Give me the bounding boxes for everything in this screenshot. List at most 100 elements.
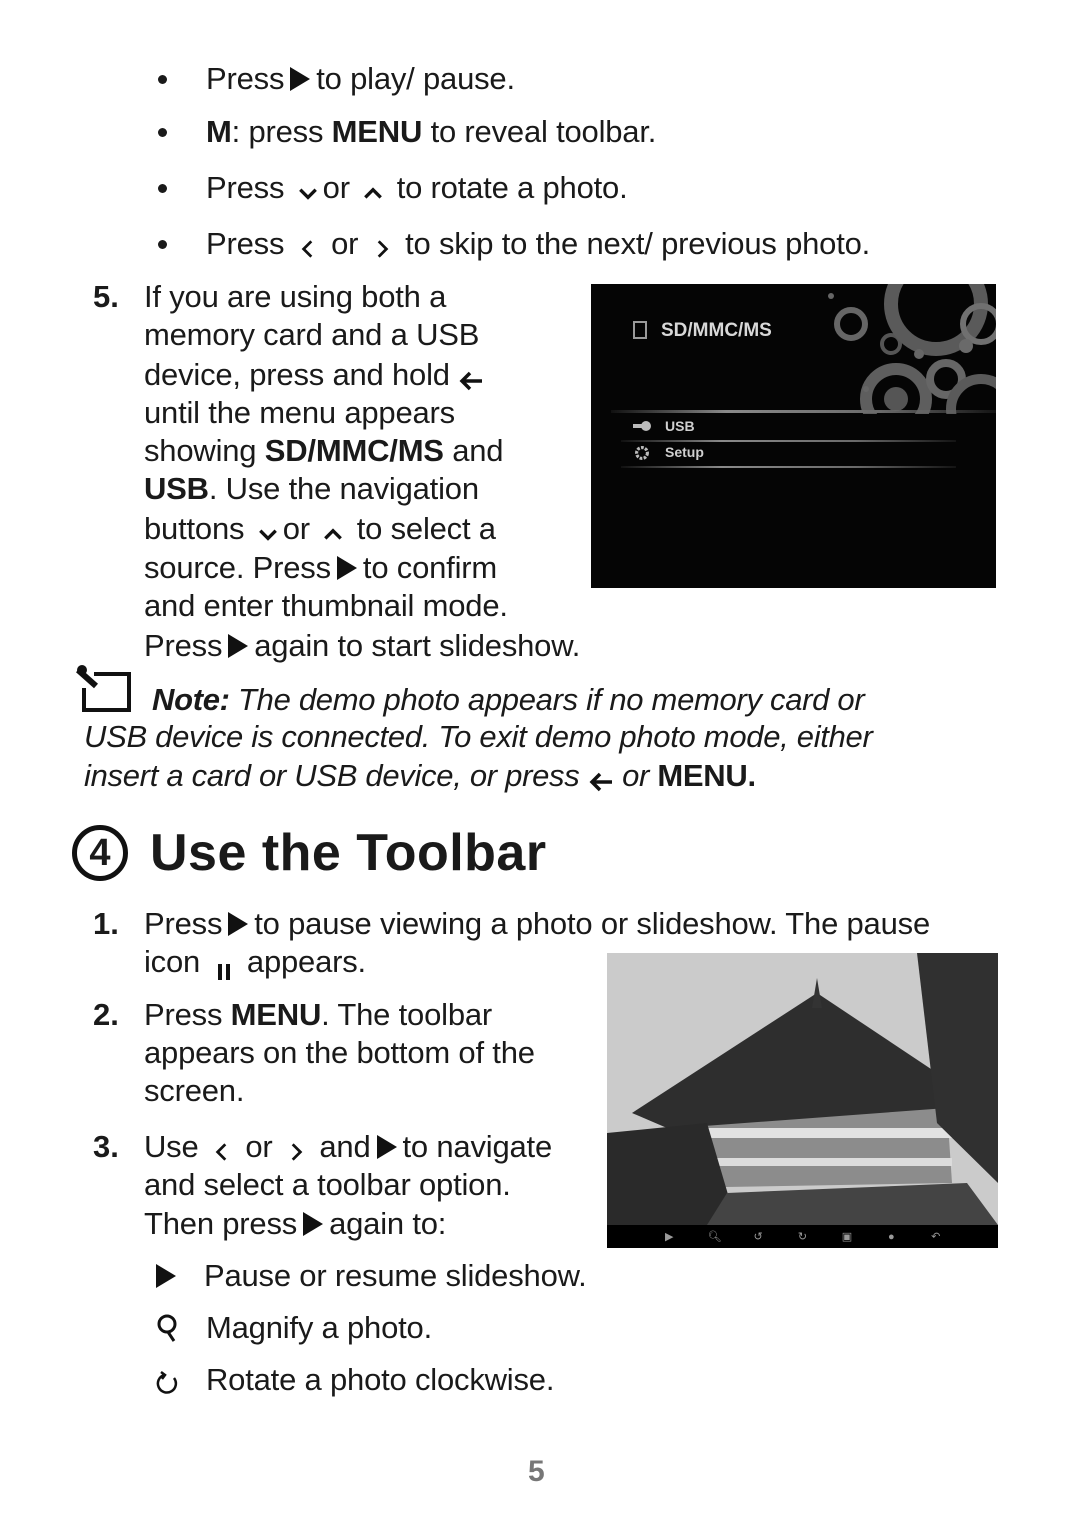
text: and bbox=[319, 1129, 371, 1164]
zoom-icon[interactable]: 🔍︎ bbox=[708, 1231, 722, 1243]
text: again to start slideshow. bbox=[254, 628, 581, 663]
decorative-circles bbox=[828, 284, 996, 414]
option-label: Magnify a photo. bbox=[206, 1310, 433, 1345]
step5-line: buttons or to select a bbox=[144, 510, 496, 548]
option-item: Magnify a photo. bbox=[156, 1309, 432, 1347]
step-number: 2. bbox=[93, 997, 119, 1032]
play-icon bbox=[290, 66, 311, 91]
text: appears. bbox=[246, 944, 366, 979]
bullet-dot bbox=[158, 128, 167, 137]
note-line: Note: The demo photo appears if no memor… bbox=[152, 681, 865, 719]
photo-toolbar: ▶ 🔍︎ ↺ ↻ ▣ ● ↶ bbox=[607, 1225, 998, 1248]
section-title: Use the Toolbar bbox=[150, 824, 547, 882]
note-line: insert a card or USB device, or press or… bbox=[84, 757, 756, 795]
text: to select a bbox=[356, 511, 496, 546]
gear-icon bbox=[633, 444, 653, 460]
chevron-left-icon bbox=[297, 232, 319, 258]
text: icon bbox=[144, 944, 201, 979]
note-label: Note: bbox=[152, 682, 230, 717]
step5-line: until the menu appears bbox=[144, 395, 455, 430]
back-icon[interactable]: ↶ bbox=[930, 1231, 942, 1243]
text: to confirm bbox=[362, 550, 498, 585]
step3-line: Then press again to: bbox=[144, 1205, 446, 1243]
text: and bbox=[443, 433, 504, 468]
play-icon bbox=[303, 1211, 324, 1236]
step5-line: device, press and hold bbox=[144, 356, 484, 394]
play-icon[interactable]: ▶ bbox=[663, 1231, 675, 1243]
bullet-rotate: Press or to rotate a photo. bbox=[206, 169, 628, 207]
bullet-skip: Press or to skip to the next/ previous p… bbox=[206, 225, 870, 263]
text: or bbox=[331, 226, 359, 261]
key-menu: MENU bbox=[230, 997, 322, 1032]
step5-line: If you are using both a bbox=[144, 279, 447, 314]
back-arrow-icon bbox=[458, 363, 484, 391]
text: Press bbox=[206, 226, 285, 261]
bullet-menu: M: press MENU to reveal toolbar. bbox=[206, 113, 656, 151]
divider bbox=[621, 440, 956, 442]
step5-line: showing SD/MMC/MS and bbox=[144, 432, 504, 470]
text: Press bbox=[144, 997, 231, 1032]
menu-item-setup[interactable]: Setup bbox=[633, 444, 704, 460]
option-item: Rotate a photo clockwise. bbox=[156, 1361, 554, 1399]
source-sd: SD/MMC/MS bbox=[264, 433, 444, 468]
chevron-up-icon bbox=[362, 176, 384, 200]
settings-icon[interactable]: ● bbox=[885, 1231, 897, 1243]
text: or bbox=[322, 170, 350, 205]
menu-item-label: Setup bbox=[665, 444, 704, 460]
key-m: M bbox=[206, 114, 232, 149]
chevron-right-icon bbox=[371, 232, 393, 258]
option-label: Pause or resume slideshow. bbox=[204, 1258, 587, 1293]
key-menu: MENU. bbox=[657, 758, 756, 793]
menu-item-label: USB bbox=[665, 418, 695, 434]
chevron-left-icon bbox=[211, 1135, 233, 1161]
text: to reveal toolbar. bbox=[422, 114, 657, 149]
bullet-play-pause: Press to play/ pause. bbox=[206, 60, 515, 98]
step5-line: USB. Use the navigation bbox=[144, 470, 479, 508]
rotate-left-icon[interactable]: ↺ bbox=[752, 1231, 764, 1243]
source-menu-screenshot: SD/MMC/MS USB Setup bbox=[591, 284, 996, 588]
play-icon bbox=[156, 1263, 176, 1288]
section-heading: 4 Use the Toolbar bbox=[72, 818, 547, 888]
step2-line: screen. bbox=[144, 1073, 245, 1108]
source-usb: USB bbox=[144, 471, 209, 506]
step-number: 5. bbox=[93, 279, 119, 314]
photo-icon[interactable]: ▣ bbox=[841, 1231, 853, 1243]
bullet-dot bbox=[158, 240, 167, 249]
step3-line: and select a toolbar option. bbox=[144, 1167, 511, 1202]
text: or bbox=[622, 758, 650, 793]
section-number-badge: 4 bbox=[72, 825, 128, 881]
text: device, press and hold bbox=[144, 357, 450, 392]
text: Press bbox=[144, 906, 223, 941]
step5-line: Press again to start slideshow. bbox=[144, 627, 580, 665]
text: . Use the navigation bbox=[208, 471, 479, 506]
menu-title: SD/MMC/MS bbox=[661, 320, 772, 341]
pause-icon bbox=[217, 952, 231, 980]
step-number: 1. bbox=[93, 906, 119, 941]
text: source. Press bbox=[144, 550, 331, 585]
menu-item-usb[interactable]: USB bbox=[633, 418, 695, 434]
chevron-right-icon bbox=[285, 1135, 307, 1161]
text: Press bbox=[206, 170, 285, 205]
play-icon bbox=[228, 633, 249, 658]
step1-line: Press to pause viewing a photo or slidesh… bbox=[144, 905, 930, 943]
text: The demo photo appears if no memory card… bbox=[229, 682, 865, 717]
step2-line: appears on the bottom of the bbox=[144, 1035, 535, 1070]
note-line: USB device is connected. To exit demo ph… bbox=[84, 719, 873, 754]
back-arrow-icon bbox=[588, 764, 614, 792]
usb-icon bbox=[633, 418, 653, 434]
text: to play/ pause. bbox=[316, 61, 515, 96]
step3-line: Use or and to navigate bbox=[144, 1128, 552, 1166]
divider bbox=[621, 466, 956, 468]
chevron-up-icon bbox=[322, 517, 344, 541]
rotate-right-icon[interactable]: ↻ bbox=[796, 1231, 808, 1243]
step5-line: memory card and a USB bbox=[144, 317, 480, 352]
play-icon bbox=[228, 911, 249, 936]
note-icon bbox=[74, 664, 132, 714]
text: to skip to the next/ previous photo. bbox=[405, 226, 871, 261]
text: Use bbox=[144, 1129, 199, 1164]
text: again to: bbox=[329, 1206, 447, 1241]
text: insert a card or USB device, or press bbox=[84, 758, 580, 793]
bullet-dot bbox=[158, 75, 167, 84]
text: to pause viewing a photo or slideshow. T… bbox=[254, 906, 930, 941]
magnify-icon bbox=[156, 1313, 180, 1343]
